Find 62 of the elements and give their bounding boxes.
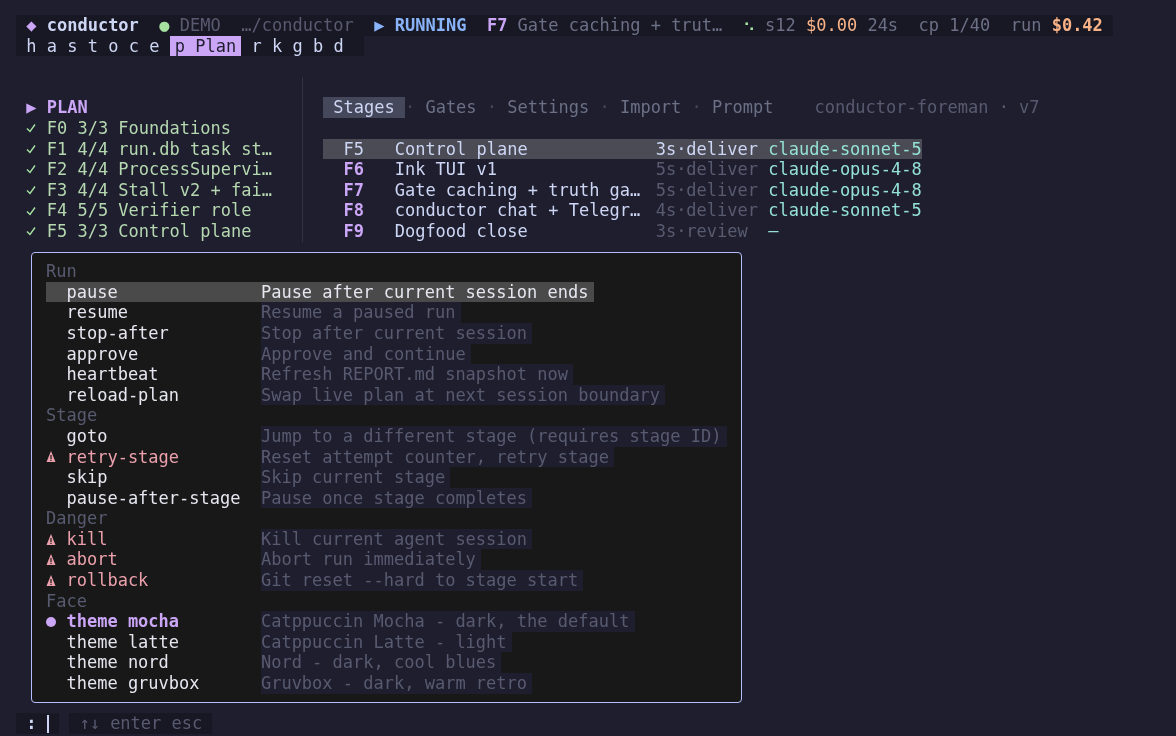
stage-row[interactable]: F8 conductor chat + Telegr… 4s·deliver claude-sonnet-5 bbox=[323, 200, 922, 221]
key-hint: ↑↓ enter esc bbox=[69, 713, 213, 734]
logo-icon: ◆ bbox=[26, 15, 37, 36]
stage-row[interactable]: F9 Dogfood close 3s·review — bbox=[323, 220, 779, 242]
nav-key[interactable]: s bbox=[67, 35, 78, 57]
nav-key[interactable]: h bbox=[26, 35, 37, 57]
session-label: s12 bbox=[765, 15, 796, 36]
stage-row[interactable]: F5 Control plane 3s·deliver claude-sonnet-5 bbox=[323, 138, 922, 160]
plan-marker: ▶ bbox=[26, 97, 37, 118]
elapsed-time: 24s bbox=[867, 15, 899, 36]
mode-label: DEMO bbox=[179, 15, 221, 36]
checkpoint-count: cp 1/40 bbox=[918, 15, 991, 36]
nav-key[interactable]: e bbox=[149, 35, 160, 57]
warning-icon bbox=[46, 450, 56, 464]
session-cost: $0.00 bbox=[805, 15, 858, 36]
plan-item: F1 4/4 run.db task st… bbox=[46, 138, 272, 160]
warning-icon bbox=[46, 553, 56, 567]
run-cost: $0.42 bbox=[1051, 15, 1103, 36]
warning-icon bbox=[46, 573, 56, 587]
nav-key[interactable]: b bbox=[312, 35, 324, 57]
command-input[interactable]: : bbox=[16, 713, 59, 734]
warning-icon bbox=[46, 532, 56, 546]
group-heading: Stage bbox=[46, 405, 99, 426]
plan-item: F0 3/3 Foundations bbox=[46, 117, 231, 139]
project-name: conductor-foreman · v7 bbox=[814, 97, 1040, 118]
command-item[interactable]: skip Skip current stage bbox=[46, 467, 451, 488]
tab-separator: · bbox=[599, 97, 610, 118]
plan-item: F5 3/3 Control plane bbox=[46, 220, 252, 242]
stage-id: F7 bbox=[486, 15, 508, 36]
group-heading: Danger bbox=[46, 508, 109, 529]
app-title: conductor bbox=[46, 15, 139, 36]
plan-title: PLAN bbox=[46, 97, 88, 118]
stage-row[interactable]: F6 Ink TUI v1 5s·deliver claude-opus-4-8 bbox=[323, 159, 922, 180]
tab-separator: · bbox=[486, 97, 498, 118]
nav-key[interactable]: a bbox=[46, 35, 57, 57]
nav-key[interactable]: t bbox=[87, 35, 98, 57]
group-heading: Run bbox=[46, 261, 78, 282]
nav-key[interactable]: c bbox=[128, 35, 139, 57]
nav-key[interactable]: d bbox=[333, 35, 344, 57]
spinner-glyph: ⠢ bbox=[742, 15, 755, 36]
group-heading: Face bbox=[46, 590, 88, 612]
stage-title: Gate caching + trut… bbox=[517, 15, 723, 36]
nav-key[interactable]: k bbox=[272, 35, 283, 57]
stage-row[interactable]: F7 Gate caching + truth ga… 5s·deliver claude-opus-4-8 bbox=[323, 179, 922, 201]
mode-dot: ● bbox=[159, 15, 170, 36]
tab-separator: · bbox=[691, 97, 702, 118]
run-status: RUNNING bbox=[394, 15, 467, 36]
command-item[interactable]: approve Approve and continue bbox=[46, 343, 471, 365]
command-item[interactable]: pause Pause after current session ends bbox=[46, 281, 594, 303]
project-path: …/conductor bbox=[241, 15, 354, 36]
nav-key[interactable]: o bbox=[108, 35, 119, 57]
nav-key[interactable]: p Plan bbox=[169, 35, 242, 57]
nav-key[interactable]: g bbox=[292, 35, 303, 57]
status-icon: ▶ bbox=[374, 15, 385, 36]
nav-key[interactable]: r bbox=[251, 35, 262, 57]
run-label: run bbox=[1010, 15, 1042, 36]
tab[interactable]: Stages bbox=[323, 97, 405, 118]
command-item[interactable]: resume Resume a paused run bbox=[46, 302, 461, 323]
plan-item: F3 4/4 Stall v2 + fai… bbox=[46, 179, 272, 201]
plan-item: F2 4/4 ProcessSupervi… bbox=[46, 159, 272, 180]
plan-item: F4 5/5 Verifier role bbox=[46, 200, 252, 221]
tab-separator: · bbox=[404, 97, 416, 118]
